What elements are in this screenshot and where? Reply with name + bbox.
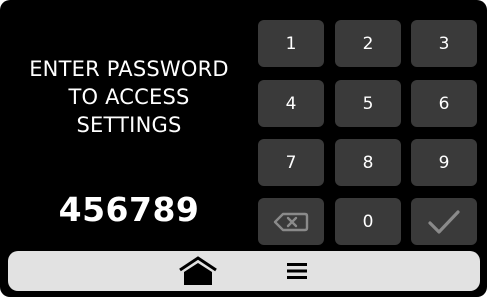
password-prompt: ENTER PASSWORD TO ACCESS SETTINGS [6, 55, 252, 139]
numeric-keypad: 1 2 3 4 5 6 7 8 9 0 [258, 20, 484, 246]
home-button[interactable] [168, 251, 228, 291]
key-6[interactable]: 6 [411, 80, 477, 127]
key-9[interactable]: 9 [411, 139, 477, 186]
backspace-button[interactable] [258, 198, 324, 245]
key-0[interactable]: 0 [335, 198, 401, 245]
bottom-nav-bar [8, 251, 480, 291]
home-icon [179, 256, 217, 285]
key-3[interactable]: 3 [411, 20, 477, 67]
key-5[interactable]: 5 [335, 80, 401, 127]
prompt-line-1: ENTER PASSWORD [29, 57, 229, 81]
key-1[interactable]: 1 [258, 20, 324, 67]
menu-button[interactable] [267, 251, 327, 291]
password-display: 456789 [58, 190, 200, 229]
key-7[interactable]: 7 [258, 139, 324, 186]
password-screen: ENTER PASSWORD TO ACCESS SETTINGS 456789… [0, 0, 487, 297]
confirm-button[interactable] [411, 198, 477, 245]
menu-icon [287, 263, 307, 279]
prompt-line-2: TO ACCESS [68, 85, 190, 109]
key-2[interactable]: 2 [335, 20, 401, 67]
checkmark-icon [428, 209, 460, 234]
prompt-line-3: SETTINGS [76, 113, 182, 137]
key-8[interactable]: 8 [335, 139, 401, 186]
key-4[interactable]: 4 [258, 80, 324, 127]
backspace-icon [273, 212, 309, 231]
